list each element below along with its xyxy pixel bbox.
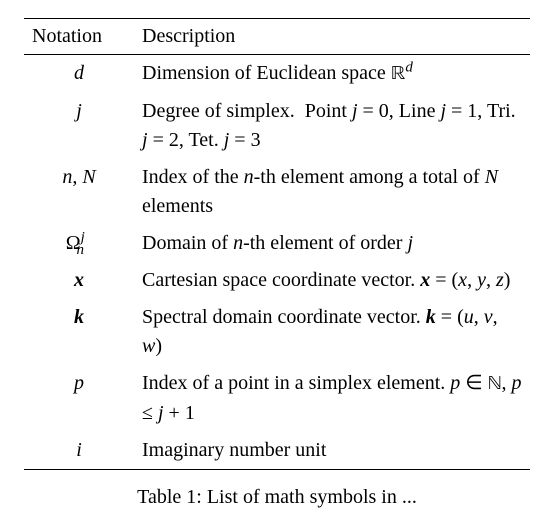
notation-cell: d [24,55,134,94]
caption-text: List of math symbols in ... [207,486,417,508]
notation-cell: n, N [24,159,134,225]
description-cell: Cartesian space coordinate vector. x = (… [134,262,530,299]
table-row: i Imaginary number unit [24,432,530,470]
notation-cell: i [24,432,134,470]
table-row: d Dimension of Euclidean space ℝd [24,55,530,94]
table-row: Ωjn Domain of n-th element of order j [24,225,530,262]
table-row: p Index of a point in a simplex element.… [24,365,530,432]
table-row: x Cartesian space coordinate vector. x =… [24,262,530,299]
description-cell: Index of the n-th element among a total … [134,159,530,225]
description-cell: Index of a point in a simplex element. p… [134,365,530,432]
notation-cell: k [24,299,134,365]
description-cell: Imaginary number unit [134,432,530,470]
description-cell: Dimension of Euclidean space ℝd [134,55,530,94]
table-header-row: Notation Description [24,19,530,55]
description-cell: Degree of simplex. Point j = 0, Line j =… [134,93,530,159]
table-row: j Degree of simplex. Point j = 0, Line j… [24,93,530,159]
header-notation: Notation [24,19,134,55]
table-row: k Spectral domain coordinate vector. k =… [24,299,530,365]
notation-cell: p [24,365,134,432]
table-row: n, N Index of the n-th element among a t… [24,159,530,225]
header-description: Description [134,19,530,55]
notation-cell: Ωjn [24,225,134,262]
table-caption: Table 1: List of math symbols in ... [24,486,530,509]
caption-label: Table 1: [137,486,202,508]
notation-cell: x [24,262,134,299]
notation-table: Notation Description d Dimension of Eucl… [24,18,530,470]
description-cell: Domain of n-th element of order j [134,225,530,262]
notation-cell: j [24,93,134,159]
description-cell: Spectral domain coordinate vector. k = (… [134,299,530,365]
